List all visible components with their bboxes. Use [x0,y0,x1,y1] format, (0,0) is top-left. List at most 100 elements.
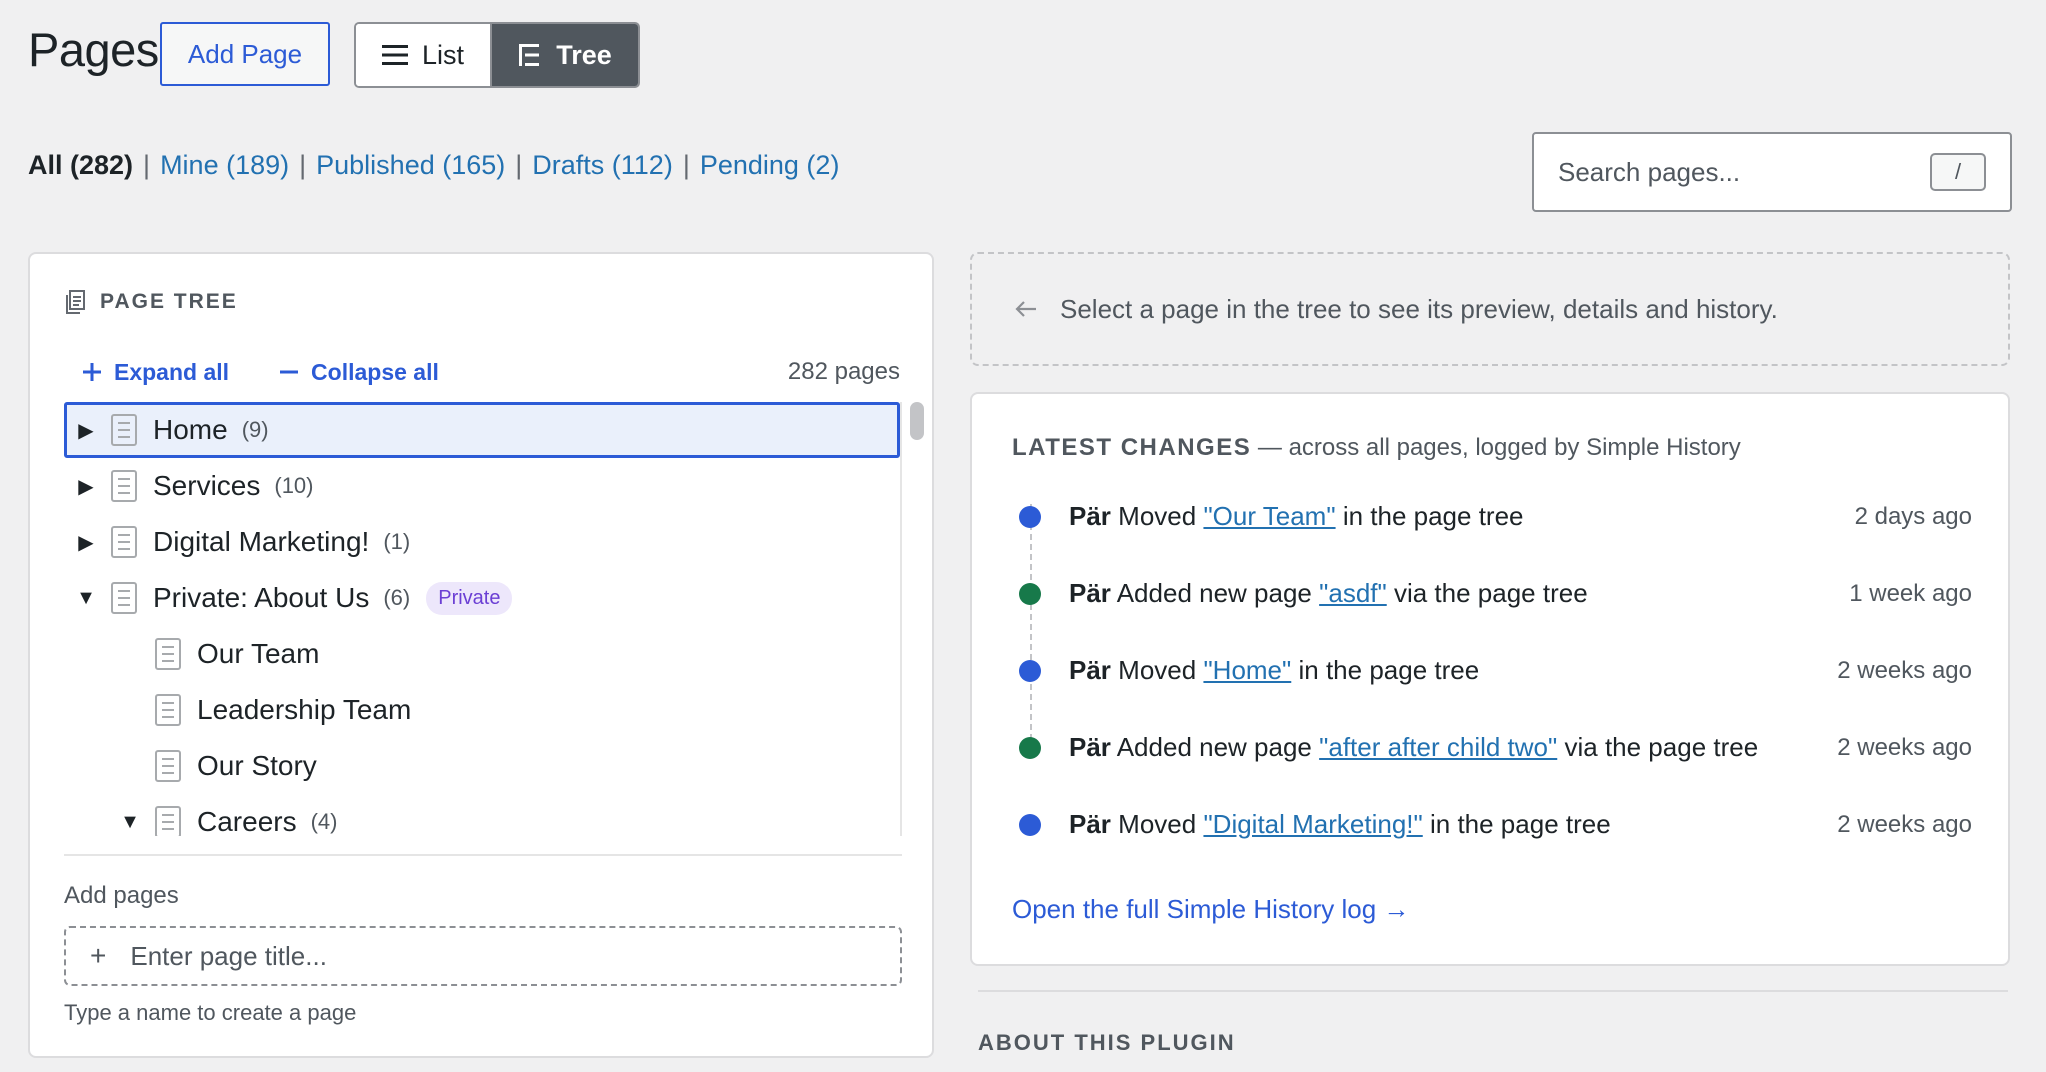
tree-row-title: Private: About Us [153,582,370,613]
change-action: Added new page [1116,732,1312,762]
select-page-hint-text: Select a page in the tree to see its pre… [1060,293,1778,324]
page-icon [111,582,137,614]
full-log-link[interactable]: Open the full Simple History log → [1012,894,1409,925]
about-plugin-heading: ABOUT THIS PLUGIN [978,1030,1236,1055]
plus-icon: + [90,940,107,971]
latest-changes-subtitle: — across all pages, logged by Simple His… [1251,434,1741,461]
add-page-button[interactable]: Add Page [160,22,330,86]
filter-separator: | [143,150,151,180]
tree-actions: Expand all Collapse all 282 pages [82,358,900,386]
change-suffix: via the page tree [1564,732,1759,762]
filter-link[interactable]: Drafts (112) [532,150,673,181]
caret-right-icon[interactable]: ▶ [67,418,105,443]
arrow-left-icon [1015,301,1036,317]
tree-icon [519,44,540,66]
filter-separator: | [515,150,523,180]
changes-timeline: Pär Moved "Our Team" in the page tree 2 d… [1012,478,1972,863]
add-page-hint: Type a name to create a page [64,1000,357,1025]
timeline-dot-icon [1019,505,1041,528]
change-suffix: via the page tree [1393,578,1588,608]
filter-separator: | [299,150,307,180]
tree-row-title: Services [153,470,261,501]
tree-row[interactable]: Our Team [64,626,900,682]
caret-down-icon[interactable]: ▼ [111,811,149,834]
change-description: Pär Moved "Home" in the page tree [1069,655,1837,686]
child-count: (10) [274,473,314,498]
page-tree-heading: PAGE TREE [66,290,238,314]
latest-changes-panel: LATEST CHANGES — across all pages, logge… [970,392,2010,966]
change-user: Pär [1069,655,1111,685]
page-count: 282 pages [787,358,900,385]
latest-changes-heading: LATEST CHANGES — across all pages, logge… [1012,434,1741,462]
divider [64,854,902,856]
tree-row-title: Our Story [197,750,317,781]
tree-row[interactable]: ▼ Careers (4) [64,794,900,836]
change-user: Pär [1069,732,1111,762]
change-description: Pär Added new page "after after child tw… [1069,732,1837,763]
change-page-link[interactable]: "Our Team" [1203,501,1335,531]
filter-link[interactable]: Published (165) [316,150,505,181]
tree-row[interactable]: Leadership Team [64,682,900,738]
change-action: Added new page [1116,578,1312,608]
tree-row[interactable]: ▶ Home (9) [64,402,900,458]
tree-row[interactable]: ▶ Digital Marketing! (1) [64,514,900,570]
page-icon [111,526,137,558]
filter-link[interactable]: Pending (2) [700,150,840,181]
timeline-dot-icon [1019,736,1041,759]
add-pages-label: Add pages [64,882,179,909]
list-view-label: List [421,39,465,70]
status-badge: Private [426,581,513,615]
plus-icon [83,363,101,381]
tree-view-button[interactable]: Tree [492,24,638,86]
child-count: (1) [383,529,411,554]
page-tree-list: ▶ Home (9) ▶ Services (10) ▶ Digital Marketing!… [64,402,900,836]
change-item: Pär Moved "Home" in the page tree 2 weeks… [1012,632,1972,709]
page-tree-heading-text: PAGE TREE [100,290,238,313]
page-icon [155,638,181,670]
change-user: Pär [1069,809,1111,839]
change-page-link[interactable]: "Digital Marketing!" [1203,809,1422,839]
caret-right-icon[interactable]: ▶ [67,474,105,499]
child-count: (6) [383,585,411,610]
change-time: 2 weeks ago [1837,733,1972,761]
change-time: 2 weeks ago [1837,656,1972,684]
change-item: Pär Added new page "asdf" via the page t… [1012,555,1972,632]
caret-right-icon[interactable]: ▶ [67,530,105,555]
change-suffix: in the page tree [1298,655,1480,685]
expand-all-button[interactable]: Expand all [82,359,229,386]
add-page-field: + [64,926,902,986]
page-icon [155,750,181,782]
page-title-input[interactable] [130,940,876,972]
tree-row[interactable]: ▼ Private: About Us (6) Private [64,570,900,626]
scrollbar-thumb[interactable] [910,402,924,440]
scroll-track [900,402,902,836]
caret-down-icon[interactable]: ▼ [67,587,105,610]
page-icon [155,806,181,836]
tree-row-title: Leadership Team [197,694,412,725]
tree-scrollbar[interactable] [908,402,926,836]
tree-row[interactable]: ▶ Services (10) [64,458,900,514]
page-icon [111,414,137,446]
tree-row-title: Our Team [197,638,320,669]
page-icon [155,694,181,726]
list-view-button[interactable]: List [356,24,492,86]
minus-icon [280,370,299,374]
search-input[interactable] [1558,156,1930,188]
tree-row-title: Digital Marketing! [153,526,370,557]
tree-row-title: Home [153,414,228,445]
latest-changes-title: LATEST CHANGES [1012,434,1252,461]
change-action: Moved [1118,809,1197,839]
change-page-link[interactable]: "asdf" [1319,578,1387,608]
change-suffix: in the page tree [1429,809,1611,839]
child-count: (4) [310,809,338,834]
filter-link[interactable]: Mine (189) [160,150,289,181]
timeline-dot-icon [1019,659,1041,682]
change-page-link[interactable]: "after after child two" [1319,732,1557,762]
tree-row-title: Careers [197,806,297,836]
filter-link[interactable]: All (282) [28,150,133,181]
change-time: 2 weeks ago [1837,810,1972,838]
collapse-all-button[interactable]: Collapse all [279,359,439,386]
change-page-link[interactable]: "Home" [1203,655,1291,685]
divider [978,990,2008,992]
tree-row[interactable]: Our Story [64,738,900,794]
